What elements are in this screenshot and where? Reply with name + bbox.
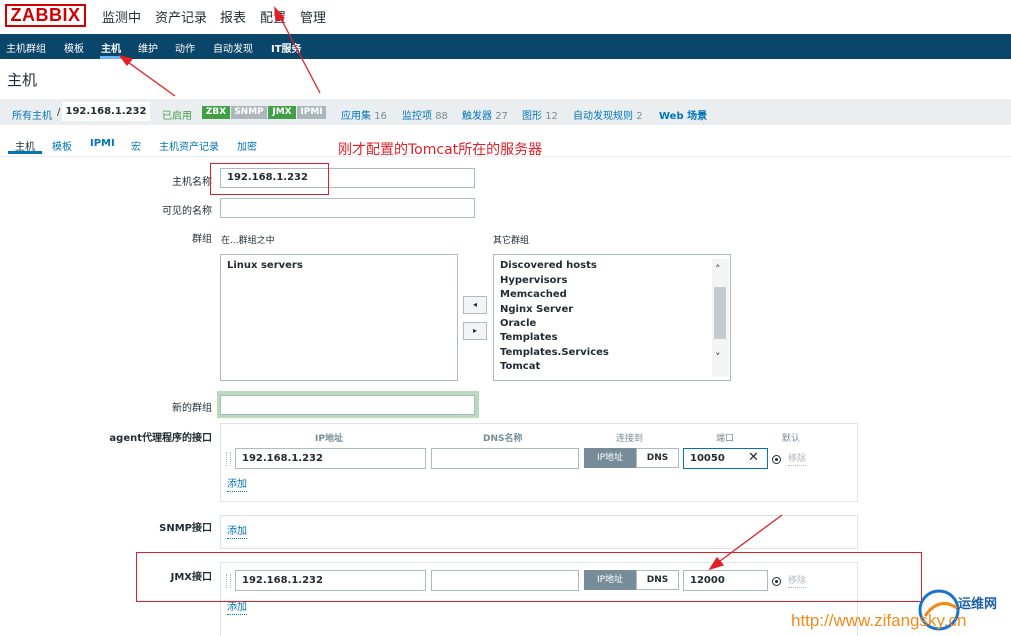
arrow-to-hosts-submenu (124, 59, 176, 97)
watermark-brand: 运维网 (958, 597, 998, 612)
arrow-to-configuration-menu (278, 14, 321, 94)
arrow-head-icon (274, 6, 286, 22)
watermark-url: http://www.zifangsky.cn (791, 611, 967, 630)
arrow-to-jmx-port (715, 514, 783, 565)
annotation-arrows (118, 6, 783, 571)
